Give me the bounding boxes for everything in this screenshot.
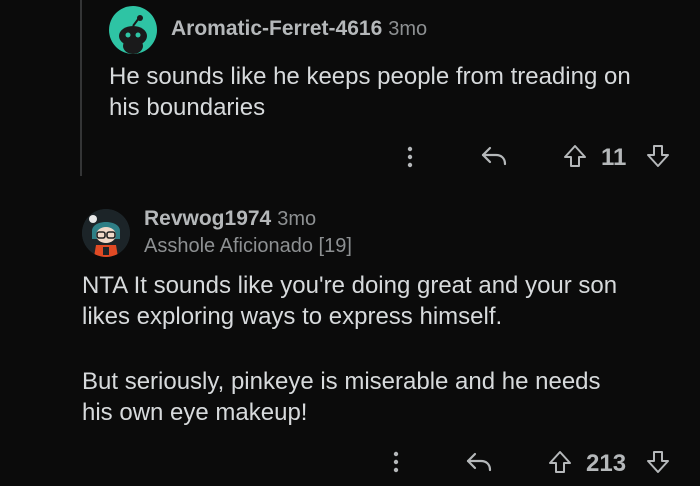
comment-body: He sounds like he keeps people from trea… (109, 61, 631, 123)
downvote-button[interactable] (644, 142, 672, 170)
comment-header: Revwog1974 3mo (144, 207, 316, 231)
reply-icon (466, 452, 492, 472)
user-flair: Asshole Aficionado [19] (144, 235, 352, 257)
reply-button[interactable] (463, 448, 495, 476)
upvote-arrow-icon (564, 145, 586, 167)
timestamp: 3mo (388, 18, 428, 40)
thread-line[interactable] (80, 0, 82, 176)
more-options-button[interactable] (386, 448, 406, 476)
more-options-icon (393, 451, 399, 473)
downvote-arrow-icon (647, 451, 669, 473)
reply-button[interactable] (478, 142, 510, 170)
upvote-button[interactable] (561, 142, 589, 170)
snoo-avatar-icon (119, 15, 147, 54)
timestamp: 3mo (277, 208, 317, 230)
comment-line: his boundaries (109, 94, 266, 121)
vote-score: 213 (586, 450, 627, 477)
comment-body: But seriously, pinkeye is miserable and … (82, 366, 601, 428)
vote-score: 11 (601, 144, 627, 171)
comment-body: NTA It sounds like you're doing great an… (82, 270, 617, 332)
avatar[interactable] (109, 6, 157, 54)
more-options-button[interactable] (400, 143, 420, 171)
comment-line: But seriously, pinkeye is miserable and … (82, 368, 601, 395)
downvote-arrow-icon (647, 145, 669, 167)
comment-line: NTA It sounds like you're doing great an… (82, 272, 618, 299)
avatar[interactable] (82, 209, 130, 257)
reply-icon (481, 146, 507, 166)
upvote-button[interactable] (546, 448, 574, 476)
comment-line: likes exploring ways to express himself. (82, 303, 503, 330)
username[interactable]: Aromatic-Ferret-4616 (171, 17, 382, 41)
upvote-arrow-icon (549, 451, 571, 473)
username[interactable]: Revwog1974 (144, 207, 271, 231)
custom-avatar-icon (82, 209, 130, 257)
comment-line: He sounds like he keeps people from trea… (109, 63, 631, 90)
downvote-button[interactable] (644, 448, 672, 476)
more-options-icon (407, 146, 413, 168)
comment-line: his own eye makeup! (82, 399, 308, 426)
comment-header: Aromatic-Ferret-4616 3mo (171, 17, 427, 41)
